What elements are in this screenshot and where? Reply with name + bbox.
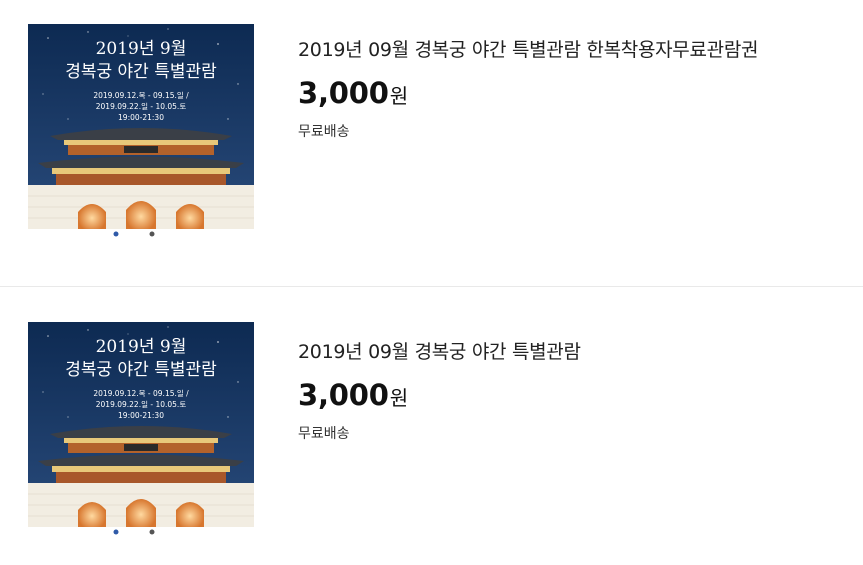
product-price: 3,000 원 [298,76,843,112]
product-list: 2019년 9월 경복궁 야간 특별관람 2019.09.12.목 - 09.1… [0,0,863,565]
poster-title-line2: 경복궁 야간 특별관람 [65,360,217,380]
product-thumbnail[interactable]: 2019년 9월 경복궁 야간 특별관람 2019.09.12.목 - 09.1… [28,24,254,239]
poster-date2: 2019.09.22.일 - 10.05.토 [96,400,187,409]
product-item[interactable]: 2019년 9월 경복궁 야간 특별관람 2019.09.12.목 - 09.1… [0,0,863,287]
product-info: 2019년 09월 경복궁 야간 특별관람 3,000 원 무료배송 [298,338,843,443]
poster-date1: 2019.09.12.목 - 09.15.일 / [93,389,189,398]
price-currency: 원 [389,84,409,108]
product-title[interactable]: 2019년 09월 경복궁 야간 특별관람 [298,338,843,366]
shipping-label: 무료배송 [298,426,350,442]
product-thumbnail[interactable]: 2019년 9월 경복궁 야간 특별관람 2019.09.12.목 - 09.1… [28,322,254,537]
poster-title-line1: 2019년 9월 [96,337,187,357]
product-title[interactable]: 2019년 09월 경복궁 야간 특별관람 한복착용자무료관람권 [298,36,843,64]
product-item[interactable]: 2019년 9월 경복궁 야간 특별관람 2019.09.12.목 - 09.1… [0,287,863,565]
poster-date2: 2019.09.22.일 - 10.05.토 [96,102,187,111]
price-currency: 원 [389,386,409,410]
gyeongbokgung-poster-image: 2019년 9월 경복궁 야간 특별관람 2019.09.12.목 - 09.1… [28,24,254,239]
product-price: 3,000 원 [298,378,843,414]
poster-time: 19:00-21:30 [118,411,164,420]
product-info: 2019년 09월 경복궁 야간 특별관람 한복착용자무료관람권 3,000 원… [298,36,843,141]
shipping-label: 무료배송 [298,124,350,140]
price-value: 3,000 [298,76,389,110]
gyeongbokgung-poster-image: 2019년 9월 경복궁 야간 특별관람 2019.09.12.목 - 09.1… [28,322,254,537]
poster-title-line1: 2019년 9월 [96,39,187,59]
poster-title-line2: 경복궁 야간 특별관람 [65,62,217,82]
poster-date1: 2019.09.12.목 - 09.15.일 / [93,91,189,100]
poster-time: 19:00-21:30 [118,113,164,122]
price-value: 3,000 [298,378,389,412]
